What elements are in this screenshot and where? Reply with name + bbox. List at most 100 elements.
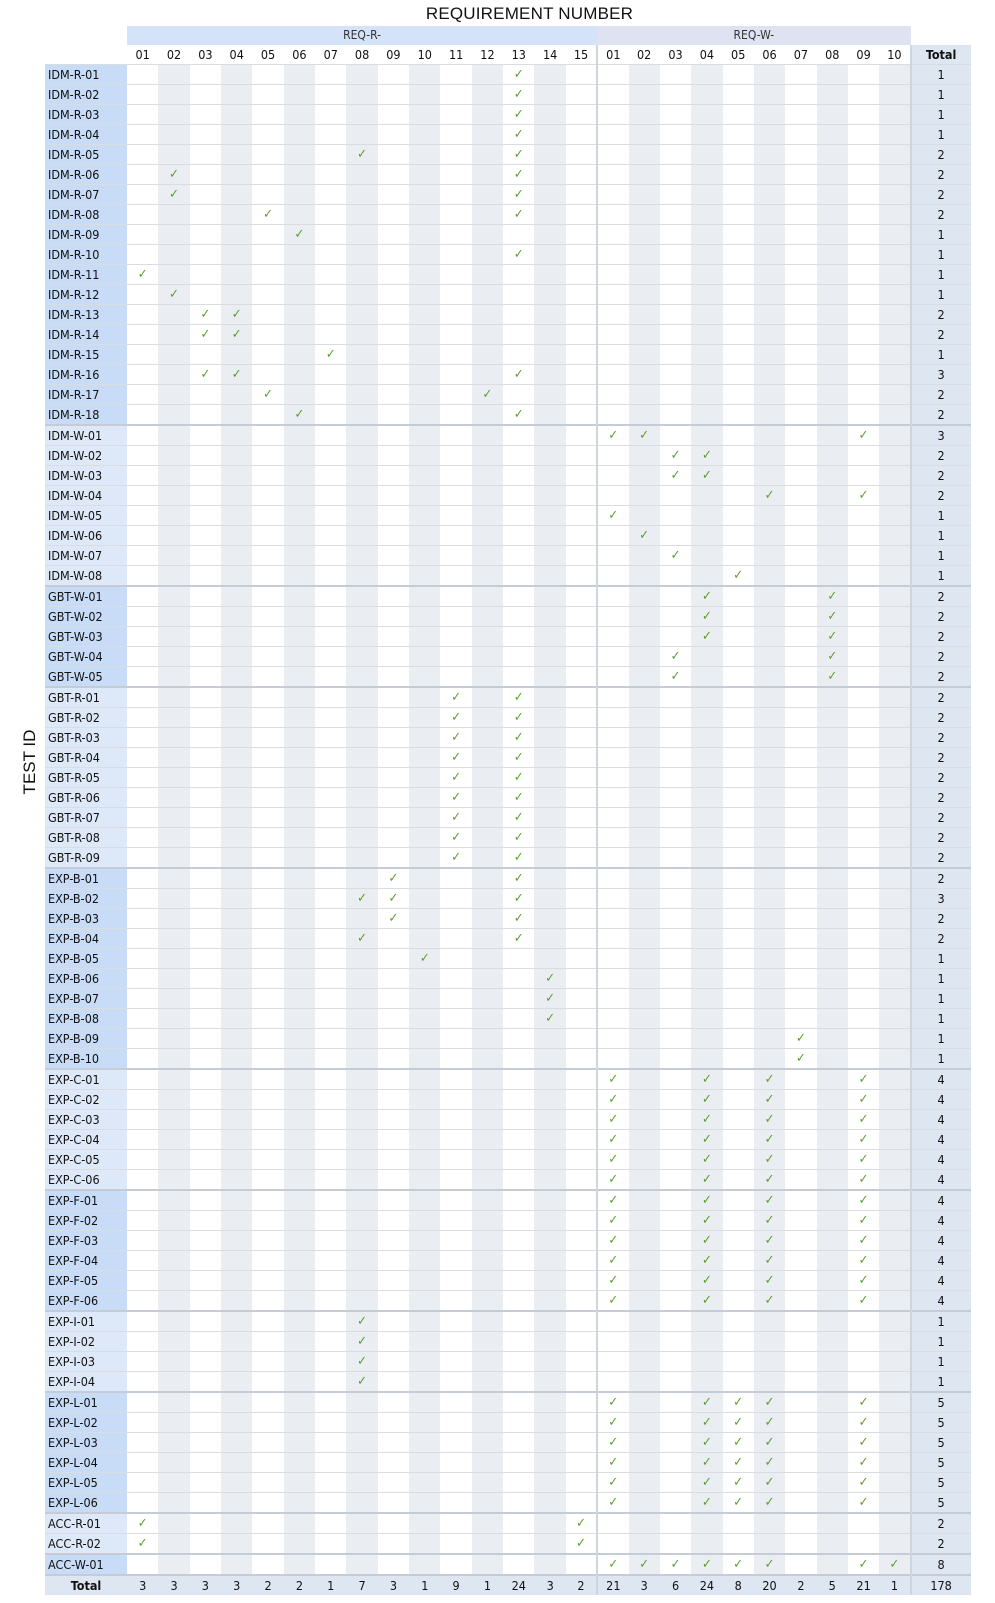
- matrix-cell: [315, 164, 347, 185]
- matrix-cell: [283, 184, 316, 205]
- matrix-cell: [221, 505, 253, 526]
- matrix-cell: ✓: [785, 1028, 817, 1049]
- matrix-cell: ✓: [847, 1230, 880, 1251]
- matrix-cell: [189, 525, 222, 546]
- test-id-cell: EXP-B-02: [45, 888, 127, 909]
- matrix-cell: [565, 928, 598, 949]
- matrix-cell: ✓: [596, 1553, 629, 1575]
- matrix-cell: [158, 1169, 190, 1190]
- matrix-cell: ✓: [346, 144, 378, 165]
- matrix-cell: [722, 1210, 754, 1231]
- matrix-cell: [785, 1270, 817, 1291]
- matrix-cell: [409, 204, 441, 225]
- matrix-cell: [471, 1512, 504, 1534]
- matrix-cell: [189, 807, 222, 828]
- matrix-cell: [565, 1028, 598, 1049]
- matrix-cell: [158, 324, 190, 345]
- matrix-cell: [471, 404, 504, 425]
- matrix-cell: [628, 888, 660, 909]
- matrix-cell: [722, 344, 754, 365]
- matrix-cell: [315, 84, 347, 105]
- matrix-cell: [409, 1189, 441, 1211]
- matrix-cell: [596, 948, 629, 969]
- matrix-cell: [189, 284, 222, 305]
- matrix-cell: [127, 244, 159, 265]
- matrix-cell: [816, 1048, 848, 1069]
- check-icon: ✓: [513, 871, 524, 886]
- test-id-cell: GBT-R-04: [45, 747, 127, 768]
- check-icon: ✓: [827, 609, 838, 624]
- matrix-cell: ✓: [722, 1391, 754, 1413]
- check-icon: ✓: [858, 1395, 869, 1410]
- matrix-cell: [628, 727, 660, 748]
- matrix-cell: [534, 485, 566, 506]
- matrix-cell: [816, 727, 848, 748]
- matrix-cell: [158, 364, 190, 385]
- test-id-cell: IDM-R-04: [45, 124, 127, 145]
- check-icon: ✓: [608, 1435, 619, 1450]
- matrix-cell: [753, 686, 786, 708]
- test-id-cell: EXP-B-01: [45, 867, 127, 889]
- matrix-cell: [189, 1412, 222, 1433]
- table-row: GBT-W-01 ✓ ✓ 2: [45, 585, 971, 607]
- table-row: EXP-L-02 ✓ ✓ ✓ ✓ ✓ 5: [45, 1412, 971, 1433]
- matrix-cell: [722, 1230, 754, 1251]
- matrix-cell: [127, 1230, 159, 1251]
- row-total-cell: 2: [909, 184, 971, 205]
- matrix-cell: [879, 1048, 911, 1069]
- matrix-cell: [440, 968, 472, 989]
- matrix-cell: [189, 1210, 222, 1231]
- check-icon: ✓: [701, 1435, 712, 1450]
- matrix-cell: [879, 545, 911, 566]
- matrix-cell: [785, 646, 817, 667]
- matrix-cell: [189, 787, 222, 808]
- matrix-cell: [377, 1331, 410, 1352]
- matrix-cell: [283, 1331, 316, 1352]
- matrix-cell: [440, 948, 472, 969]
- matrix-cell: [283, 1432, 316, 1453]
- matrix-cell: [722, 144, 754, 165]
- check-icon: ✓: [858, 1233, 869, 1248]
- matrix-cell: ✓: [691, 1432, 723, 1453]
- matrix-cell: [785, 1210, 817, 1231]
- matrix-cell: [409, 1371, 441, 1392]
- matrix-cell: [722, 988, 754, 1009]
- matrix-cell: [722, 1310, 754, 1332]
- matrix-cell: ✓: [127, 264, 159, 285]
- check-icon: ✓: [451, 810, 462, 825]
- matrix-cell: [440, 1553, 472, 1575]
- matrix-cell: [659, 565, 692, 586]
- matrix-cell: [565, 304, 598, 325]
- matrix-cell: [252, 787, 284, 808]
- matrix-cell: [221, 1250, 253, 1271]
- matrix-cell: [158, 585, 190, 607]
- matrix-cell: [127, 807, 159, 828]
- matrix-cell: ✓: [847, 1149, 880, 1170]
- matrix-cell: ✓: [847, 1270, 880, 1291]
- matrix-cell: [346, 867, 378, 889]
- matrix-cell: [847, 888, 880, 909]
- matrix-cell: [879, 84, 911, 105]
- check-icon: ✓: [701, 1455, 712, 1470]
- matrix-cell: [189, 545, 222, 566]
- matrix-cell: [628, 1210, 660, 1231]
- row-total-cell: 4: [909, 1189, 971, 1211]
- matrix-cell: [377, 1391, 410, 1413]
- matrix-cell: [628, 968, 660, 989]
- matrix-cell: [785, 144, 817, 165]
- matrix-cell: [346, 1412, 378, 1433]
- matrix-cell: [785, 948, 817, 969]
- matrix-cell: [471, 1331, 504, 1352]
- matrix-cell: [409, 1412, 441, 1433]
- matrix-cell: [158, 1391, 190, 1413]
- matrix-cell: [471, 666, 504, 687]
- row-total-cell: 1: [909, 565, 971, 586]
- matrix-cell: [816, 1351, 848, 1372]
- matrix-cell: ✓: [503, 64, 535, 85]
- matrix-cell: [471, 304, 504, 325]
- matrix-cell: [471, 606, 504, 627]
- matrix-cell: [221, 1371, 253, 1392]
- matrix-cell: [409, 144, 441, 165]
- matrix-cell: [816, 928, 848, 949]
- matrix-cell: [753, 827, 786, 848]
